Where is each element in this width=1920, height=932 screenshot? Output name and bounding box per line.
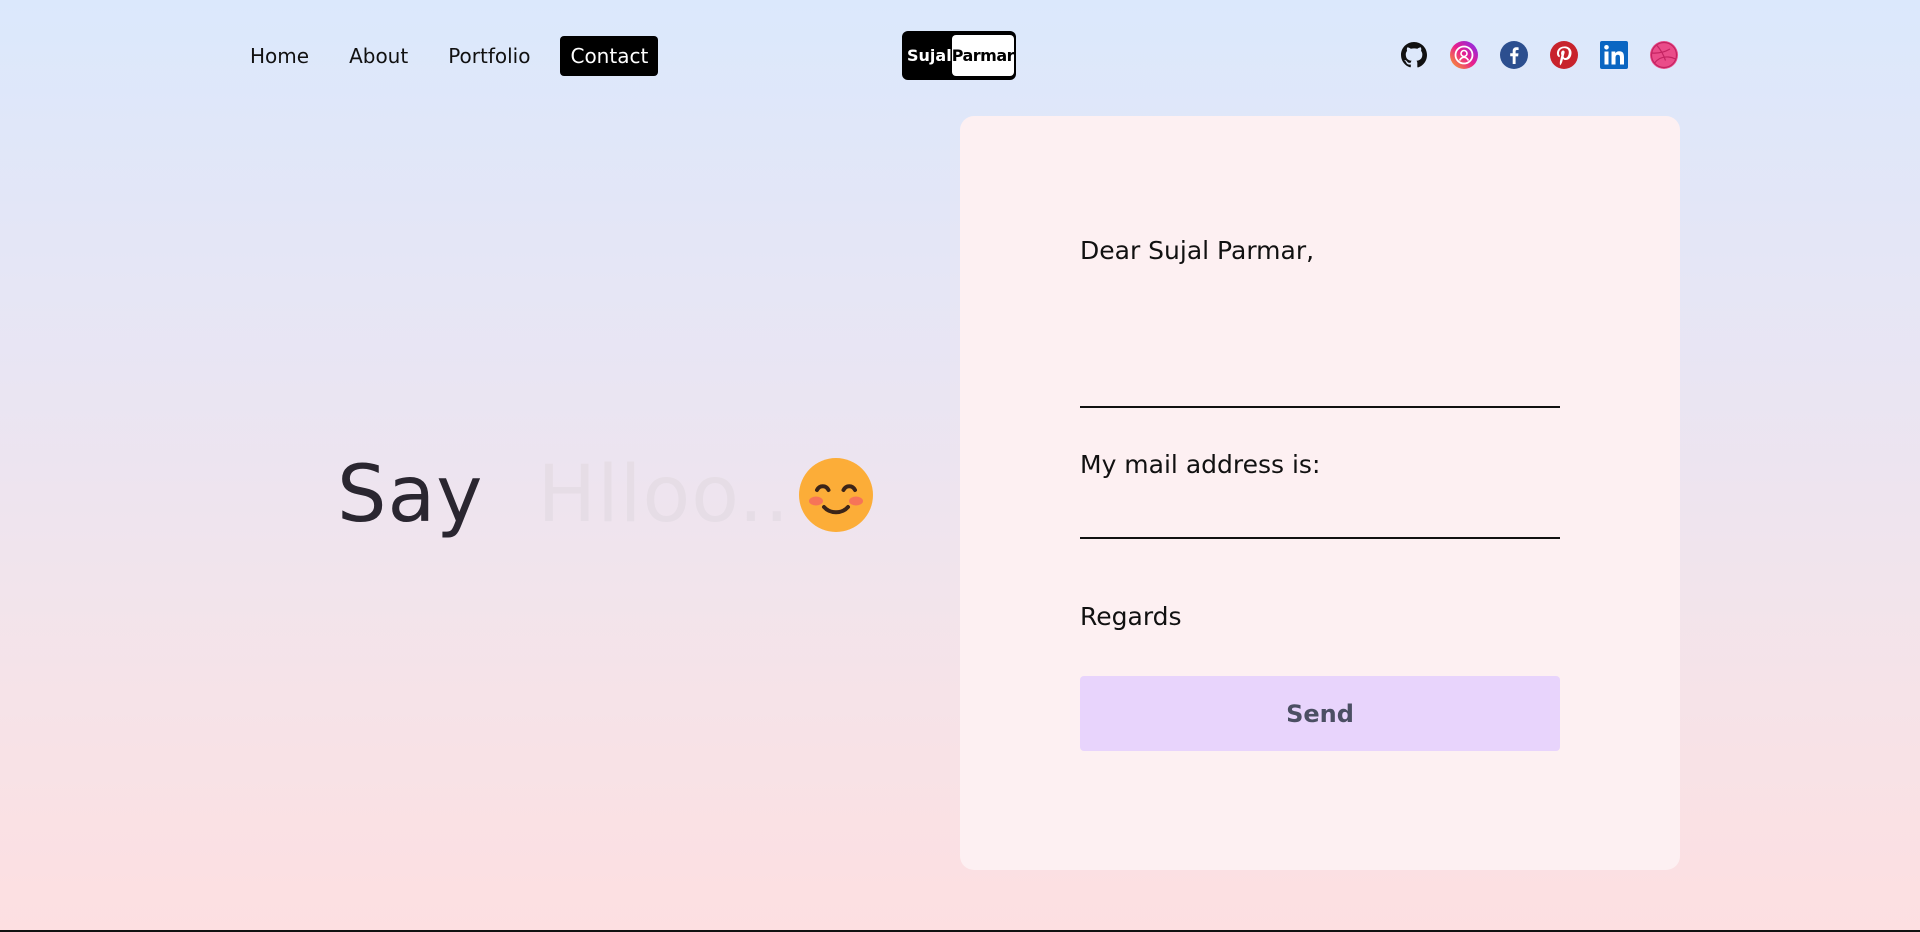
- logo-first-name: Sujal: [907, 46, 952, 65]
- hero-heading: Say Hlloo..: [337, 450, 874, 540]
- greeting-block: Dear Sujal Parmar,: [1080, 236, 1560, 265]
- regards-block: Regards: [1080, 602, 1560, 631]
- email-field[interactable]: [1080, 487, 1560, 539]
- message-input[interactable]: [1080, 366, 1560, 408]
- threads-icon[interactable]: [1449, 40, 1479, 70]
- hero-say-text: Say: [337, 450, 484, 540]
- send-button[interactable]: Send: [1080, 676, 1560, 751]
- message-block: [1080, 366, 1560, 408]
- github-icon[interactable]: [1399, 40, 1429, 70]
- greeting-label: Dear Sujal Parmar,: [1080, 236, 1315, 265]
- nav-contact-link[interactable]: Contact: [560, 36, 659, 76]
- logo-last-name: Parmar: [951, 35, 1015, 76]
- regards-label: Regards: [1080, 602, 1182, 631]
- nav-portfolio-link[interactable]: Portfolio: [438, 36, 540, 76]
- smiling-face-emoji-icon: [798, 457, 874, 533]
- linkedin-icon[interactable]: [1599, 40, 1629, 70]
- mail-label: My mail address is:: [1080, 450, 1321, 479]
- social-links: [1399, 40, 1679, 70]
- facebook-icon[interactable]: [1499, 40, 1529, 70]
- mail-block: My mail address is:: [1080, 450, 1560, 539]
- nav-about-link[interactable]: About: [339, 36, 418, 76]
- contact-card: Dear Sujal Parmar, My mail address is: R…: [960, 116, 1680, 870]
- hero-hello-text: Hlloo..: [537, 450, 791, 540]
- pinterest-icon[interactable]: [1549, 40, 1579, 70]
- main-nav: Home About Portfolio Contact: [240, 36, 678, 76]
- site-logo[interactable]: Sujal Parmar: [902, 31, 1016, 80]
- dribbble-icon[interactable]: [1649, 40, 1679, 70]
- nav-home-link[interactable]: Home: [240, 36, 319, 76]
